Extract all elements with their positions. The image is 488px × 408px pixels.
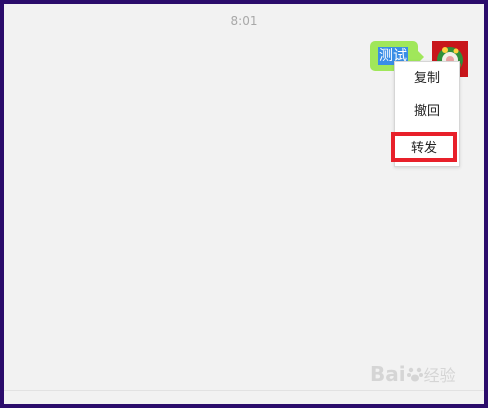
paw-icon xyxy=(406,367,423,382)
message-timestamp: 8:01 xyxy=(230,14,258,28)
context-menu: 复制 撤回 转发 xyxy=(391,61,460,167)
watermark-suffix: 经验 xyxy=(423,366,456,385)
baidu-watermark: Bai 经验 xyxy=(370,362,456,386)
input-divider xyxy=(4,390,484,391)
chat-window: 8:01 测试 复制 撤回 转发 Bai 经验 xyxy=(0,0,488,408)
menu-item-copy[interactable]: 复制 xyxy=(395,62,459,95)
watermark-brand: Bai xyxy=(370,362,406,386)
menu-item-forward[interactable]: 转发 xyxy=(391,132,457,162)
menu-item-recall[interactable]: 撤回 xyxy=(395,95,459,128)
